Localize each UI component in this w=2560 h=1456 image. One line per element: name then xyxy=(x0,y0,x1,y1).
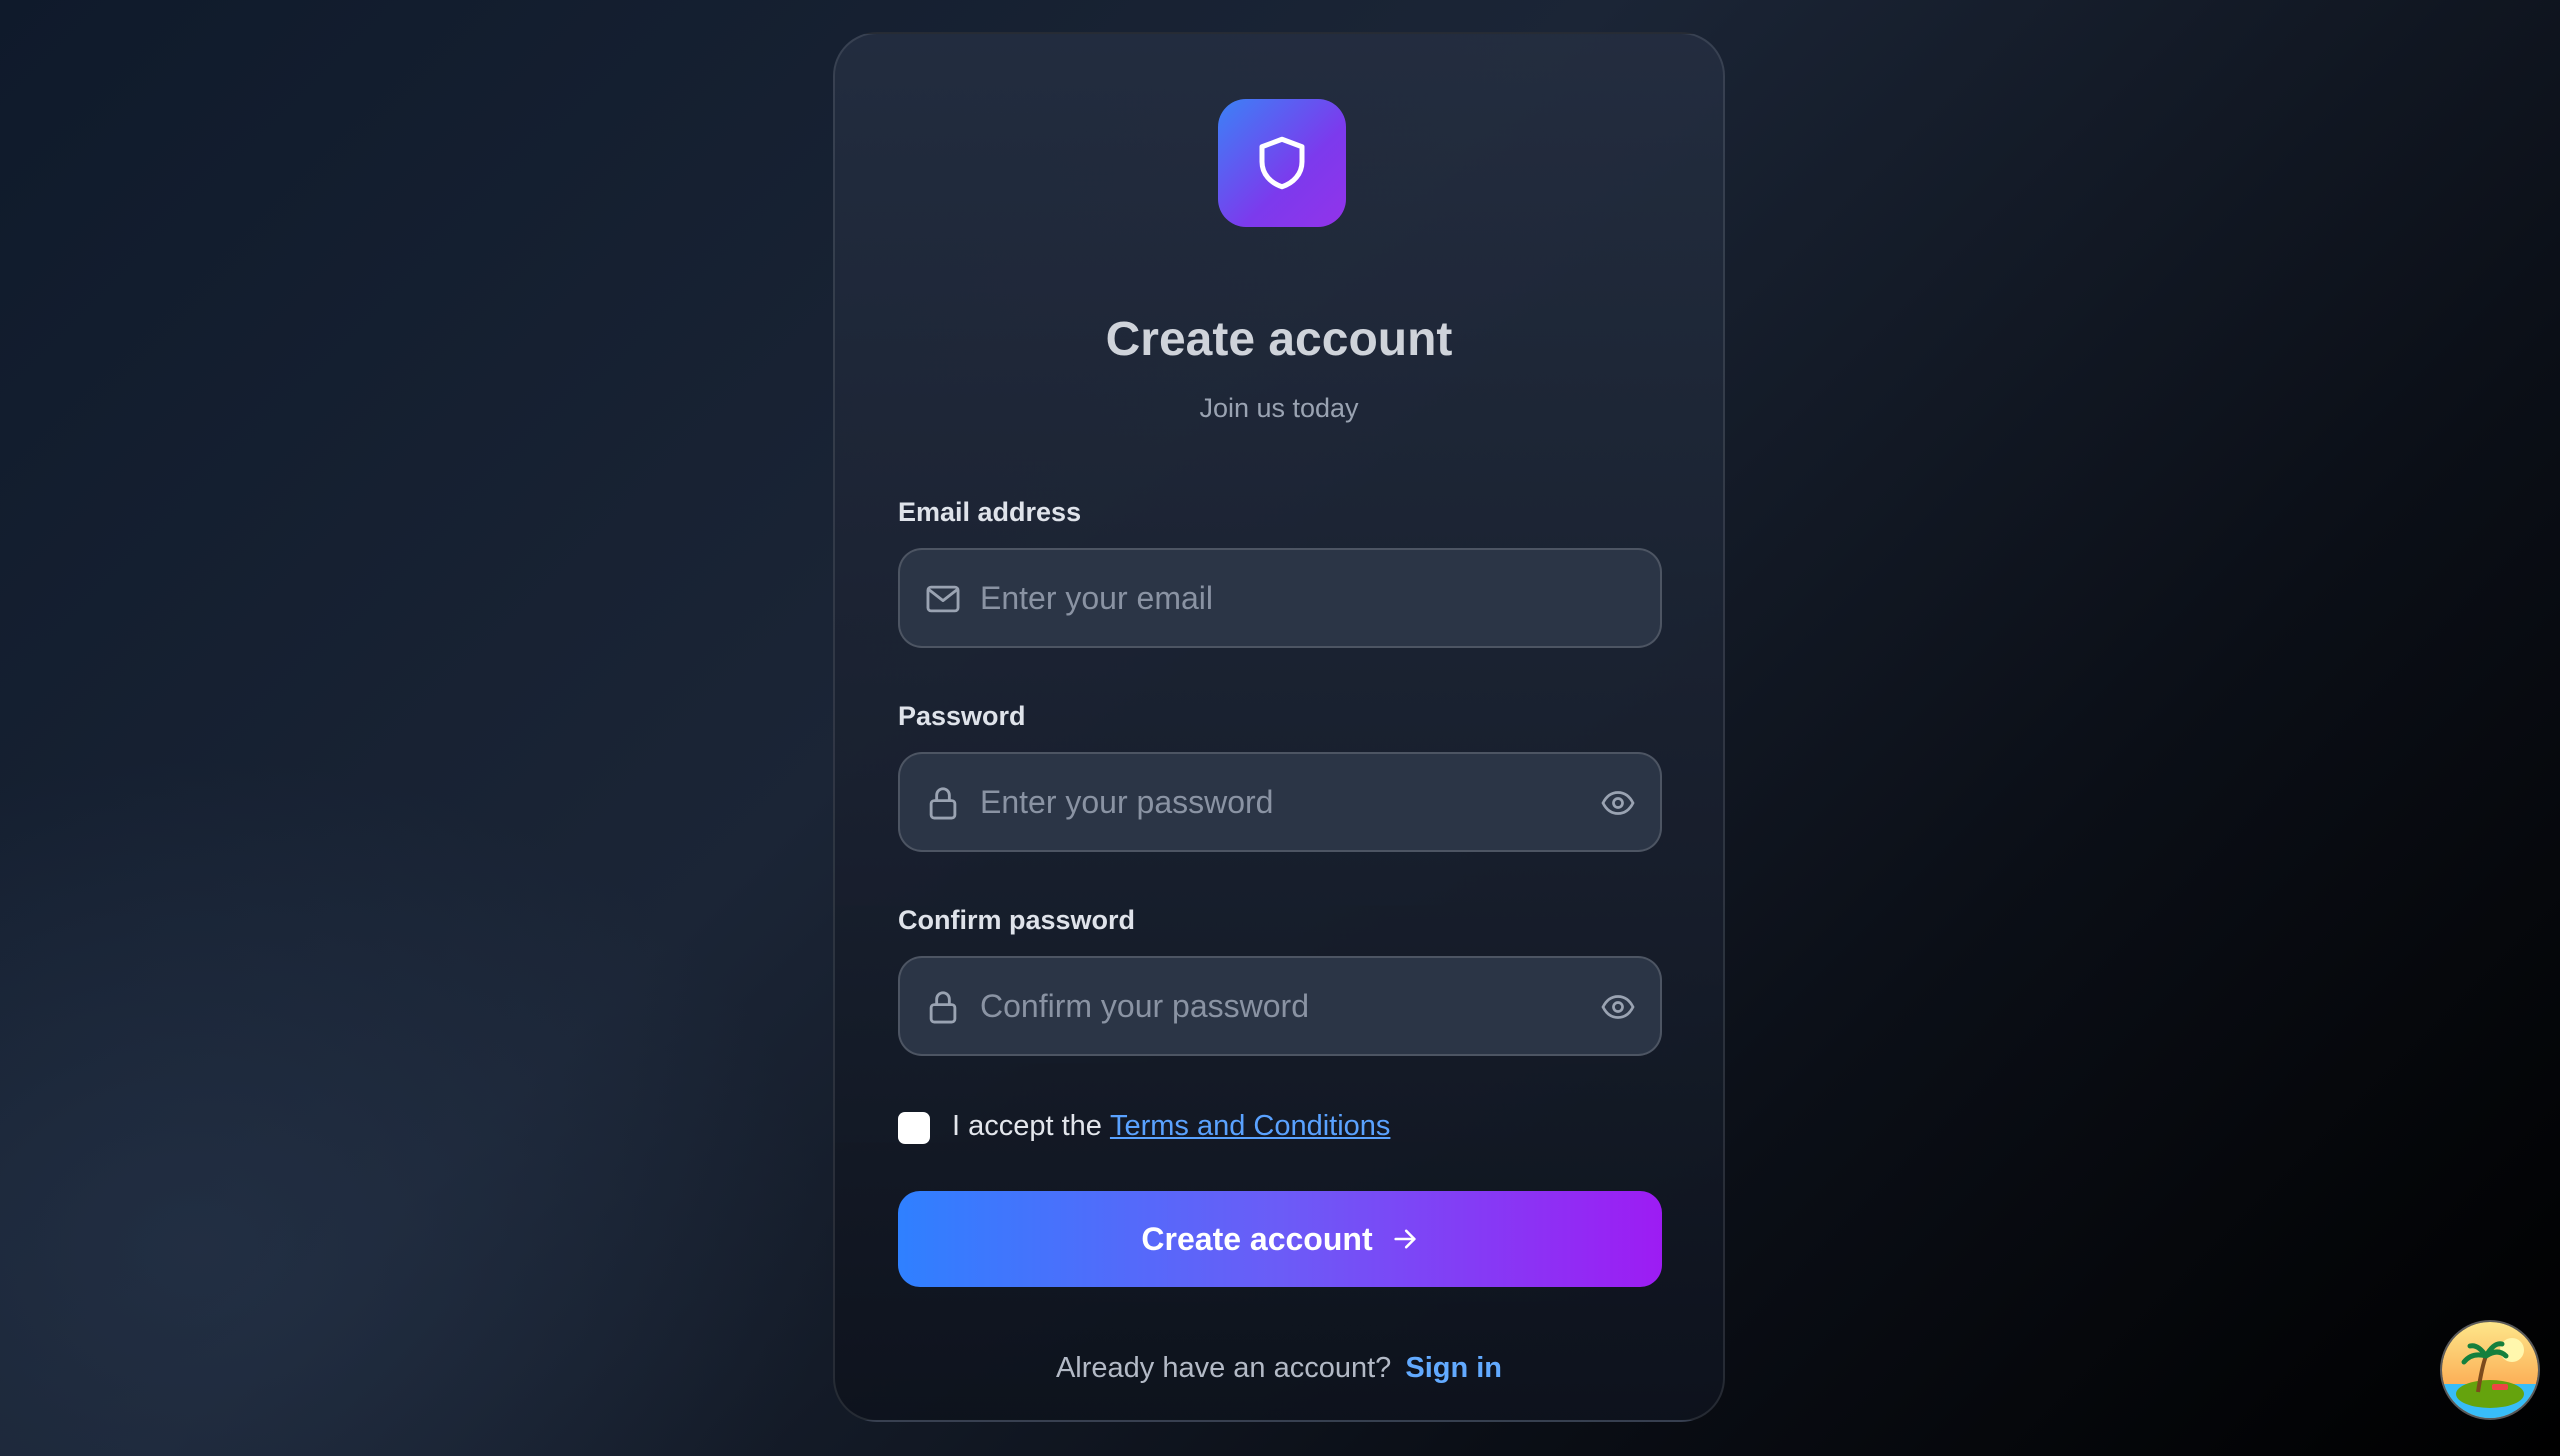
terms-link[interactable]: Terms and Conditions xyxy=(1110,1110,1390,1143)
signup-card: Create account Join us today Email addre… xyxy=(833,32,1725,1422)
eye-icon[interactable] xyxy=(1598,989,1638,1025)
password-field-wrapper xyxy=(898,752,1662,852)
password-label: Password xyxy=(898,701,1026,731)
island-avatar-icon xyxy=(2442,1322,2538,1418)
terms-row: I accept the Terms and Conditions xyxy=(898,1108,1390,1144)
mail-icon xyxy=(926,585,960,613)
terms-checkbox[interactable] xyxy=(898,1112,930,1144)
confirm-password-input[interactable] xyxy=(980,958,1540,1054)
create-account-button[interactable]: Create account xyxy=(898,1191,1662,1287)
email-input[interactable] xyxy=(980,550,1540,646)
shield-icon xyxy=(1259,136,1305,190)
signin-link[interactable]: Sign in xyxy=(1405,1352,1502,1384)
confirm-password-label: Confirm password xyxy=(898,905,1136,935)
confirm-password-field-wrapper xyxy=(898,956,1662,1056)
signin-prompt: Already have an account? Sign in xyxy=(835,1352,1723,1385)
eye-icon[interactable] xyxy=(1598,785,1638,821)
avatar[interactable] xyxy=(2440,1320,2540,1420)
password-input[interactable] xyxy=(980,754,1540,850)
page-subtitle: Join us today xyxy=(1199,393,1359,423)
signin-prompt-text: Already have an account? xyxy=(1055,1352,1392,1384)
arrow-right-icon xyxy=(1393,1229,1416,1249)
lock-icon xyxy=(929,787,957,820)
create-account-label: Create account xyxy=(1141,1220,1373,1257)
terms-prefix: I accept the xyxy=(952,1109,1102,1142)
email-field-wrapper xyxy=(898,548,1662,648)
page-title: Create account xyxy=(1105,313,1453,366)
shield-logo xyxy=(1218,99,1346,227)
lock-icon xyxy=(929,991,957,1024)
email-label: Email address xyxy=(898,497,1082,527)
